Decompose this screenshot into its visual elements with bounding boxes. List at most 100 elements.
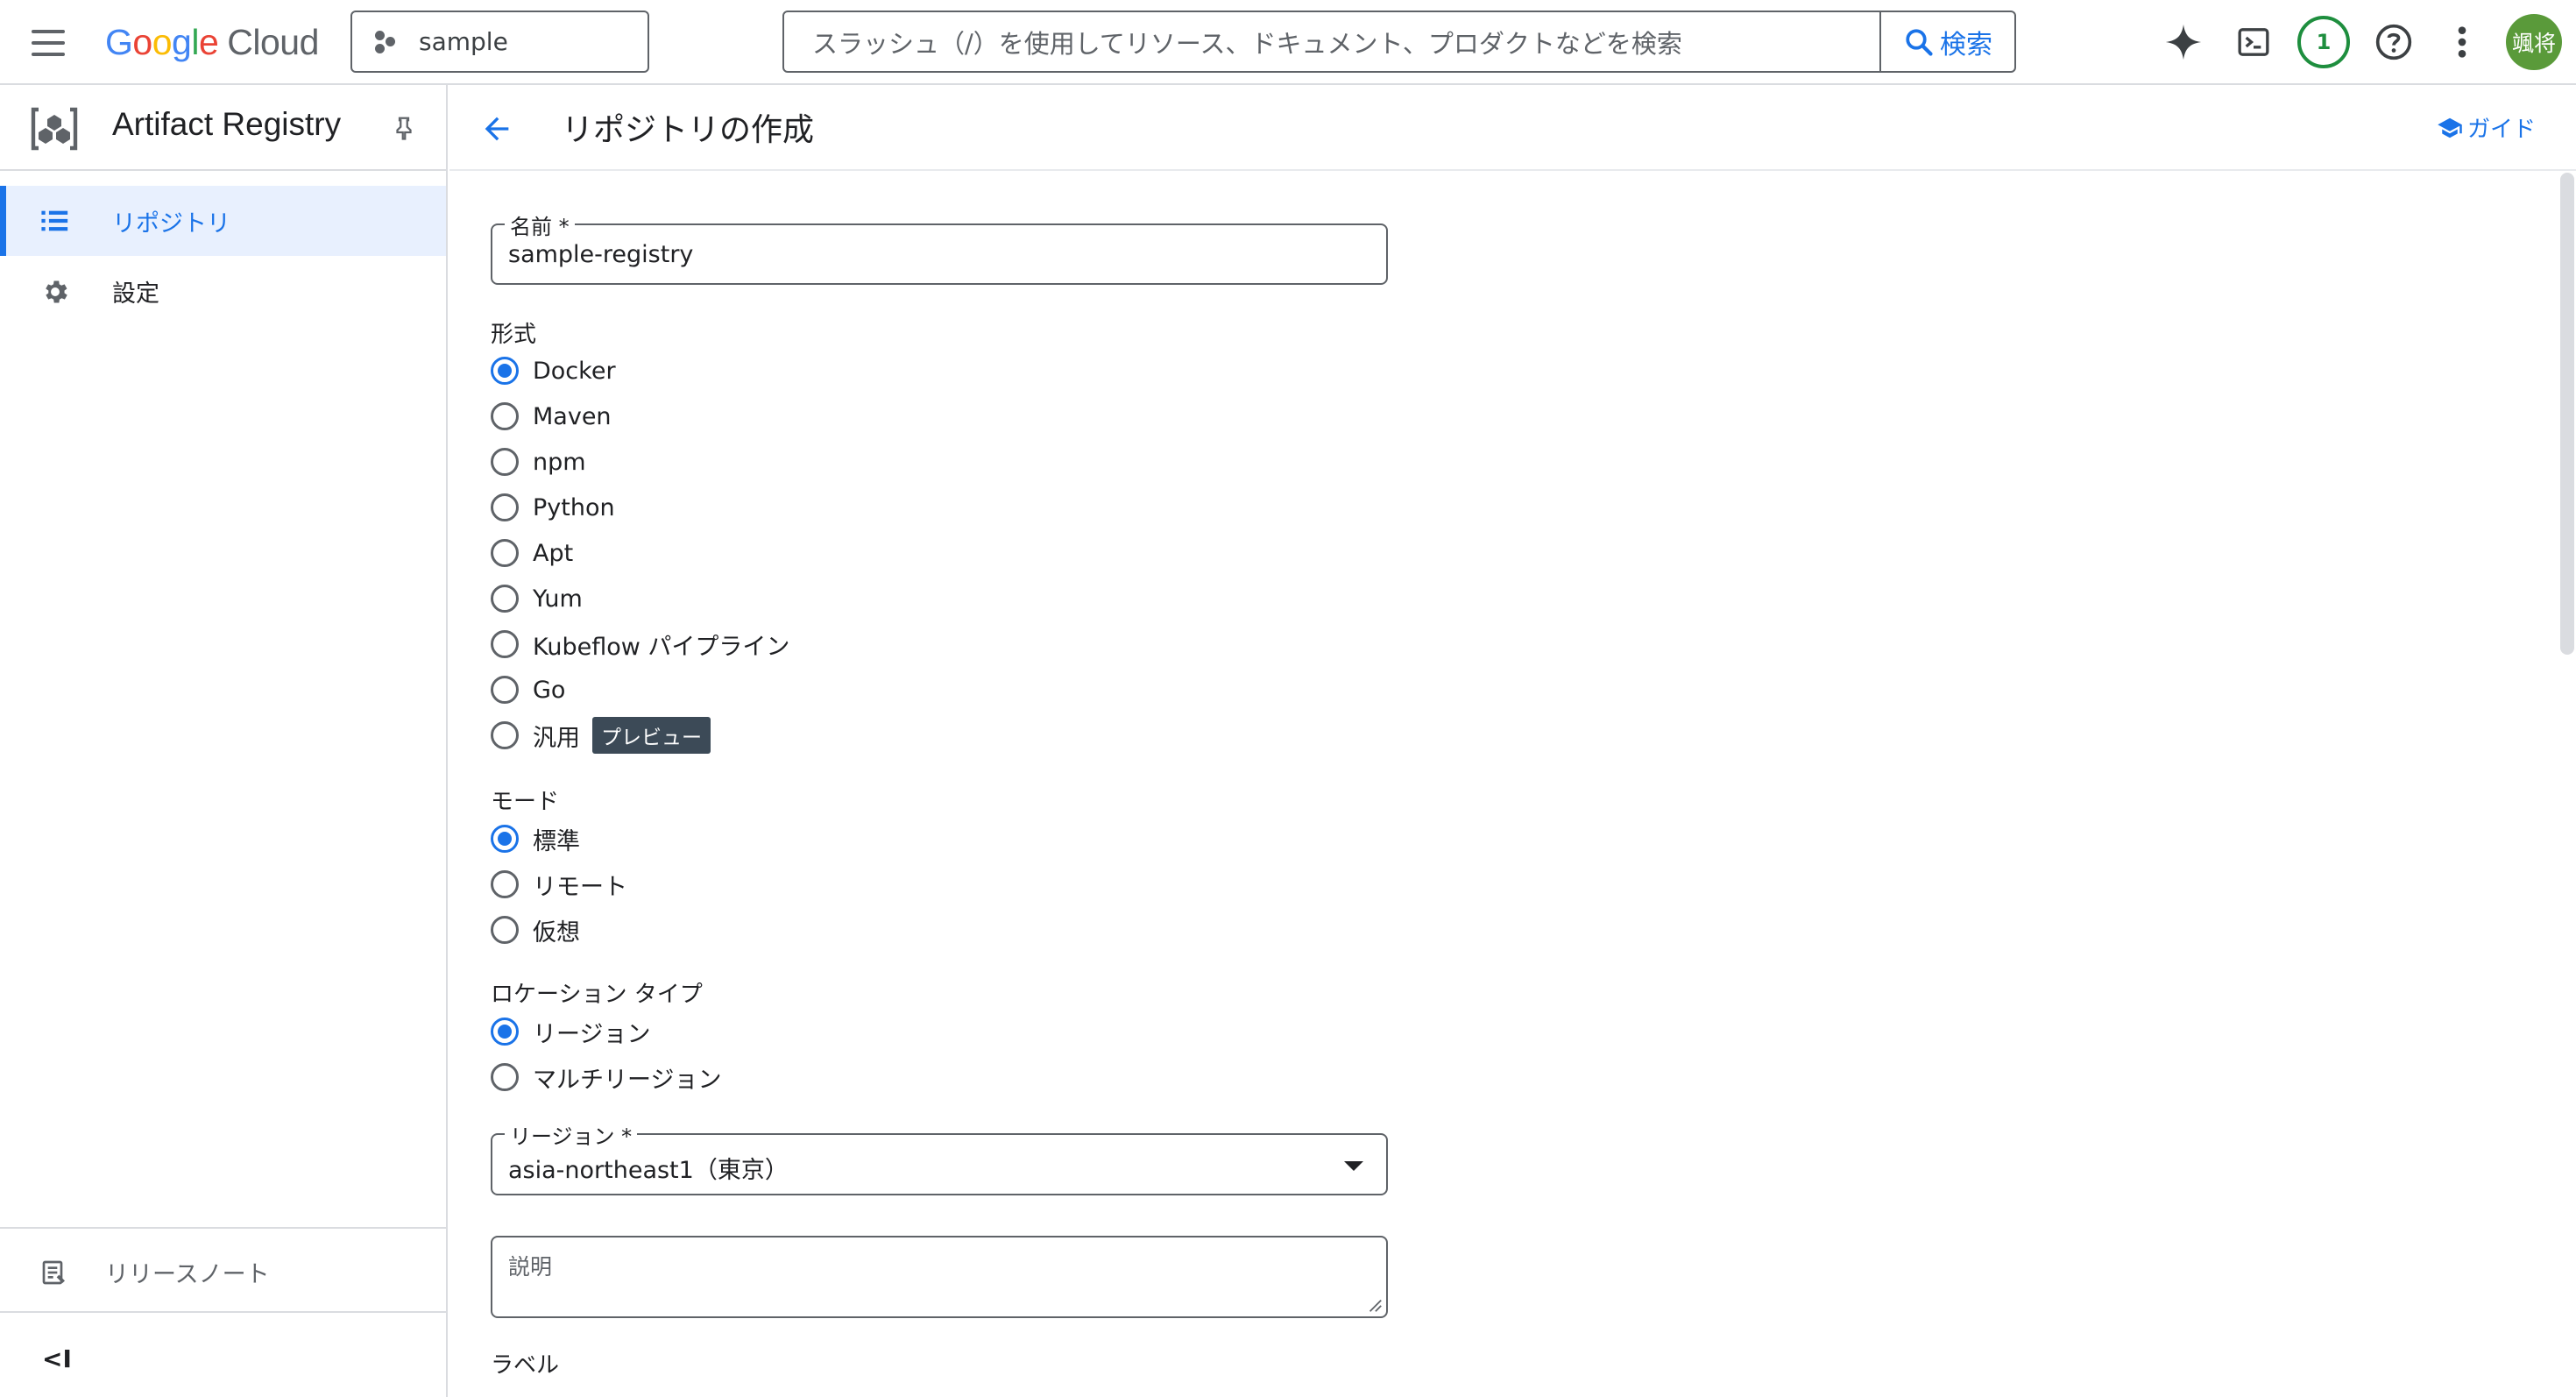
radio-label: Kubeflow パイプライン — [533, 633, 790, 661]
logo-letter: o — [152, 21, 173, 62]
sidebar: Artifact Registry リポジトリ 設定 リリースノート <I — [0, 85, 448, 1397]
collapse-sidebar-button[interactable]: <I — [42, 1344, 72, 1373]
radio-label: リージョン — [533, 1020, 651, 1048]
labels-label: ラベル — [491, 1352, 560, 1379]
sidebar-item-settings[interactable]: 設定 — [0, 256, 446, 326]
resize-handle-icon[interactable] — [1367, 1297, 1383, 1313]
back-arrow-icon[interactable] — [479, 111, 514, 150]
radio-option[interactable]: Kubeflow パイプライン — [491, 627, 789, 662]
notifications-badge[interactable]: 1 — [2296, 14, 2352, 70]
region-select[interactable]: リージョン * asia-northeast1（東京） — [491, 1119, 1388, 1195]
radio-checked-icon[interactable] — [491, 825, 519, 853]
radio-option[interactable]: 標準 — [491, 821, 580, 856]
radio-unchecked-icon[interactable] — [491, 402, 519, 430]
mode-label: モード — [491, 789, 560, 815]
name-field-value[interactable]: sample-registry — [508, 241, 693, 268]
radio-option[interactable]: Maven — [491, 399, 612, 434]
release-notes-icon — [40, 1259, 68, 1290]
guide-label: ガイド — [2466, 117, 2536, 143]
radio-label: マルチリージョン — [533, 1066, 722, 1094]
radio-option[interactable]: マルチリージョン — [491, 1060, 721, 1095]
gemini-spark-icon[interactable] — [2155, 14, 2212, 70]
radio-option[interactable]: Go — [491, 672, 565, 707]
search-bar[interactable]: スラッシュ（/）を使用してリソース、ドキュメント、プロダクトなどを検索 検索 — [782, 11, 2016, 73]
name-field-label: 名前 * — [505, 209, 575, 240]
radio-label: 仮想 — [533, 918, 580, 947]
search-button[interactable]: 検索 — [1879, 12, 2014, 71]
logo-letter: G — [105, 21, 133, 62]
dropdown-arrow-icon — [1344, 1161, 1363, 1171]
radio-unchecked-icon[interactable] — [491, 630, 519, 658]
format-label: 形式 — [491, 322, 537, 348]
project-picker[interactable]: sample — [350, 11, 649, 73]
release-notes-link[interactable]: リリースノート — [0, 1229, 446, 1313]
radio-label: リモート — [533, 873, 627, 901]
help-icon[interactable] — [2366, 14, 2422, 70]
list-icon — [40, 207, 70, 238]
description-field[interactable]: 説明 — [491, 1236, 1388, 1318]
radio-label: Docker — [533, 357, 616, 385]
radio-option[interactable]: Python — [491, 490, 615, 525]
sidebar-item-label: 設定 — [112, 280, 159, 308]
project-name: sample — [419, 27, 508, 56]
top-app-bar: Google Cloud sample スラッシュ（/）を使用してリソース、ドキ… — [0, 0, 2576, 85]
sidebar-item-repositories[interactable]: リポジトリ — [0, 186, 446, 256]
radio-unchecked-icon[interactable] — [491, 676, 519, 704]
main-content: リポジトリの作成 ガイド 名前 * sample-registry 形式 Doc… — [449, 85, 2576, 1397]
more-vert-icon[interactable] — [2436, 14, 2488, 70]
pin-icon[interactable] — [391, 113, 417, 146]
logo-letter: e — [198, 21, 219, 62]
cloud-shell-icon[interactable] — [2226, 14, 2282, 70]
radio-option[interactable]: 仮想 — [491, 912, 580, 947]
menu-icon[interactable] — [30, 25, 67, 61]
radio-label: Python — [533, 493, 615, 521]
release-notes-label: リリースノート — [105, 1261, 270, 1288]
radio-label: Go — [533, 676, 566, 704]
radio-option[interactable]: リモート — [491, 867, 627, 902]
radio-label: 汎用 — [533, 724, 580, 752]
preview-badge: プレビュー — [592, 717, 711, 754]
radio-unchecked-icon[interactable] — [491, 585, 519, 613]
page-title: リポジトリの作成 — [562, 112, 815, 148]
radio-unchecked-icon[interactable] — [491, 539, 519, 567]
search-button-label: 検索 — [1940, 29, 1992, 60]
radio-unchecked-icon[interactable] — [491, 870, 519, 898]
radio-option[interactable]: Docker — [491, 353, 616, 388]
radio-unchecked-icon[interactable] — [491, 1063, 519, 1091]
radio-checked-icon[interactable] — [491, 1018, 519, 1046]
radio-unchecked-icon[interactable] — [491, 448, 519, 476]
search-input[interactable]: スラッシュ（/）を使用してリソース、ドキュメント、プロダクトなどを検索 — [784, 24, 1879, 60]
radio-label: 標準 — [533, 827, 580, 855]
logo-letter: g — [172, 21, 192, 62]
radio-label: Apt — [533, 539, 574, 567]
location-type-label: ロケーション タイプ — [491, 982, 703, 1008]
project-dots-icon — [375, 29, 401, 55]
product-header: Artifact Registry — [0, 85, 446, 171]
search-icon — [1906, 28, 1933, 56]
radio-option[interactable]: Apt — [491, 535, 573, 571]
page-header: リポジトリの作成 ガイド — [449, 85, 2576, 171]
guide-button[interactable]: ガイド — [2436, 111, 2536, 144]
account-avatar[interactable]: 颯将 — [2506, 14, 2562, 70]
radio-option[interactable]: Yum — [491, 581, 583, 616]
radio-unchecked-icon[interactable] — [491, 721, 519, 749]
radio-option[interactable]: リージョン — [491, 1014, 650, 1049]
artifact-registry-icon — [26, 101, 82, 160]
sidebar-item-label: リポジトリ — [112, 209, 230, 238]
google-cloud-logo[interactable]: Google Cloud — [105, 16, 319, 68]
radio-option[interactable]: npm — [491, 444, 586, 479]
radio-label: Maven — [533, 402, 612, 430]
radio-option[interactable]: 汎用 プレビュー — [491, 717, 711, 754]
radio-label: Yum — [533, 585, 583, 613]
logo-cloud-text: Cloud — [227, 21, 319, 62]
scrollbar-thumb[interactable] — [2560, 173, 2574, 655]
radio-checked-icon[interactable] — [491, 357, 519, 385]
radio-unchecked-icon[interactable] — [491, 493, 519, 521]
sidebar-footer: リリースノート <I — [0, 1227, 446, 1373]
region-select-value: asia-northeast1（東京） — [508, 1157, 789, 1184]
radio-label: npm — [533, 448, 586, 476]
logo-letter: l — [191, 21, 199, 62]
description-placeholder: 説明 — [508, 1254, 553, 1280]
radio-unchecked-icon[interactable] — [491, 916, 519, 944]
name-field[interactable]: 名前 * sample-registry — [491, 209, 1388, 285]
